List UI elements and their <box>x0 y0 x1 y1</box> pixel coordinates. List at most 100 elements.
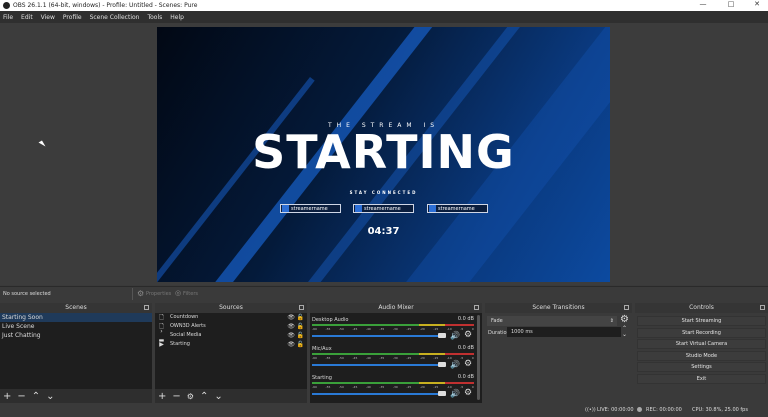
scene-item[interactable]: Starting Soon <box>0 313 152 322</box>
float-dock-icon[interactable] <box>299 305 304 310</box>
youtube-icon <box>429 205 436 212</box>
studio-mode-button[interactable]: Studio Mode <box>637 350 766 361</box>
mixer-list: Desktop Audio 0.0 dB -60 -55 -50 -45 -40 -35-… <box>310 313 482 403</box>
channel-name: Starting <box>312 375 332 381</box>
source-item[interactable]: ▶ Starting 👁 🔓 <box>155 340 307 349</box>
transition-value: Fade <box>491 318 503 324</box>
scenes-dock: Scenes Starting Soon Live Scene Just Cha… <box>0 303 152 403</box>
meter-scale-label: -40 <box>365 327 371 331</box>
lock-icon[interactable]: 🔓 <box>297 331 304 340</box>
scene-item[interactable]: Live Scene <box>0 322 152 331</box>
float-dock-icon[interactable] <box>474 305 479 310</box>
lock-icon[interactable]: 🔓 <box>297 322 304 331</box>
move-down-icon[interactable]: ⌄ <box>46 391 54 402</box>
source-item[interactable]: 🗋 Countdown 👁 🔓 <box>155 313 307 322</box>
volume-slider[interactable] <box>312 335 440 337</box>
maximize-button[interactable]: □ <box>718 0 744 8</box>
meter-scale-label: -50 <box>338 356 344 360</box>
meter-scale-label: 0 <box>471 356 474 360</box>
volume-slider[interactable] <box>312 364 440 366</box>
duration-input[interactable]: 1000 ms <box>507 327 621 337</box>
properties-button[interactable]: Properties <box>146 291 171 297</box>
menu-view[interactable]: View <box>41 14 55 21</box>
menu-edit[interactable]: Edit <box>21 14 33 21</box>
transitions-title: Scene Transitions <box>532 304 585 311</box>
meter-scale-label: -25 <box>406 356 412 360</box>
minimize-button[interactable]: — <box>690 0 716 8</box>
social-twitter: streamername <box>280 204 341 213</box>
mixer-scrollbar[interactable] <box>477 315 480 400</box>
eye-icon[interactable]: 👁 <box>287 331 295 340</box>
source-settings-gear-icon[interactable]: ⚙ <box>187 392 194 401</box>
menu-scene-collection[interactable]: Scene Collection <box>90 14 140 21</box>
close-button[interactable]: ✕ <box>744 0 768 8</box>
speaker-icon[interactable]: 🔊 <box>450 389 460 398</box>
source-name: Countdown <box>170 314 199 320</box>
menu-profile[interactable]: Profile <box>63 14 82 21</box>
meter-scale-label: -5 <box>460 327 464 331</box>
add-scene-button[interactable]: + <box>3 391 11 402</box>
mixer-title: Audio Mixer <box>378 304 414 311</box>
lock-icon[interactable]: 🔓 <box>297 340 304 349</box>
exit-button[interactable]: Exit <box>637 373 766 384</box>
eye-icon[interactable]: 👁 <box>287 313 295 322</box>
play-icon: ▶ <box>159 341 164 348</box>
transition-gear-icon[interactable]: ⚙ <box>620 314 629 325</box>
volume-slider-handle[interactable] <box>438 362 446 367</box>
lock-icon[interactable]: 🔓 <box>297 313 304 322</box>
channel-gear-icon[interactable]: ⚙ <box>464 388 472 398</box>
meter-scale-label: 0 <box>471 385 474 389</box>
live-icon: ((•)) <box>585 407 596 413</box>
source-name: OWN3D Alerts <box>170 323 206 329</box>
speaker-icon[interactable]: 🔊 <box>450 360 460 369</box>
menu-file[interactable]: File <box>3 14 13 21</box>
mixer-channel: Desktop Audio 0.0 dB -60 -55 -50 -45 -40 -35-… <box>312 316 474 344</box>
volume-slider[interactable] <box>312 393 440 395</box>
scene-transitions-dock: Scene Transitions Fade ⇕ ⚙ Duration 1000 … <box>485 303 632 403</box>
channel-db: 0.0 dB <box>457 374 474 380</box>
status-bar: ((•)) LIVE: 00:00:00 REC: 00:00:00 CPU: … <box>0 403 768 417</box>
duration-spinner-icon[interactable]: ⌃ ⌄ <box>622 326 627 338</box>
float-dock-icon[interactable] <box>624 305 629 310</box>
move-up-icon[interactable]: ⌃ <box>32 391 40 402</box>
remove-source-button[interactable]: − <box>172 391 180 402</box>
meter-scale-label: -15 <box>433 327 439 331</box>
social-handle: streamername <box>291 205 328 212</box>
menu-help[interactable]: Help <box>170 14 184 21</box>
scene-item[interactable]: Just Chatting <box>0 331 152 340</box>
meter-scale-label: -50 <box>338 327 344 331</box>
remove-scene-button[interactable]: − <box>17 391 25 402</box>
filters-button[interactable]: Filters <box>183 291 198 297</box>
volume-slider-handle[interactable] <box>438 391 446 396</box>
move-down-icon[interactable]: ⌄ <box>214 391 222 402</box>
menu-bar: File Edit View Profile Scene Collection … <box>0 11 768 23</box>
audio-mixer-dock: Audio Mixer Desktop Audio 0.0 dB -60 -55 -… <box>310 303 482 403</box>
settings-button[interactable]: Settings <box>637 362 766 372</box>
start-recording-button[interactable]: Start Recording <box>637 327 766 338</box>
volume-slider-handle[interactable] <box>438 333 446 338</box>
move-up-icon[interactable]: ⌃ <box>200 391 208 402</box>
speaker-icon[interactable]: 🔊 <box>450 331 460 340</box>
float-dock-icon[interactable] <box>760 305 765 310</box>
countdown-text: 04:37 <box>367 226 400 237</box>
sources-list: 🗋 Countdown 👁 🔓 🗋 OWN3D Alerts 👁 🔓 › ▬ Social M… <box>155 313 307 389</box>
meter-scale-label: -25 <box>406 327 412 331</box>
eye-icon[interactable]: 👁 <box>287 322 295 331</box>
eye-icon[interactable]: 👁 <box>287 340 295 349</box>
subtitle-text: STAY CONNECTED <box>349 190 418 195</box>
source-item[interactable]: › ▬ Social Media 👁 🔓 <box>155 328 307 344</box>
start-streaming-button[interactable]: Start Streaming <box>637 316 766 326</box>
add-source-button[interactable]: + <box>158 391 166 402</box>
controls-dock: Controls Start Streaming Start Recording… <box>635 303 768 403</box>
float-dock-icon[interactable] <box>144 305 149 310</box>
menu-tools[interactable]: Tools <box>147 14 162 21</box>
channel-gear-icon[interactable]: ⚙ <box>464 330 472 340</box>
source-item[interactable]: 🗋 OWN3D Alerts 👁 🔓 <box>155 322 307 331</box>
channel-gear-icon[interactable]: ⚙ <box>464 359 472 369</box>
volume-meter <box>312 353 474 355</box>
start-virtual-camera-button[interactable]: Start Virtual Camera <box>637 339 766 349</box>
preview-canvas[interactable]: THE STREAM IS STARTING STAY CONNECTED st… <box>157 27 610 282</box>
headline-text: STARTING <box>252 125 515 179</box>
transition-select[interactable]: Fade ⇕ <box>487 316 617 326</box>
channel-db: 0.0 dB <box>457 316 474 322</box>
